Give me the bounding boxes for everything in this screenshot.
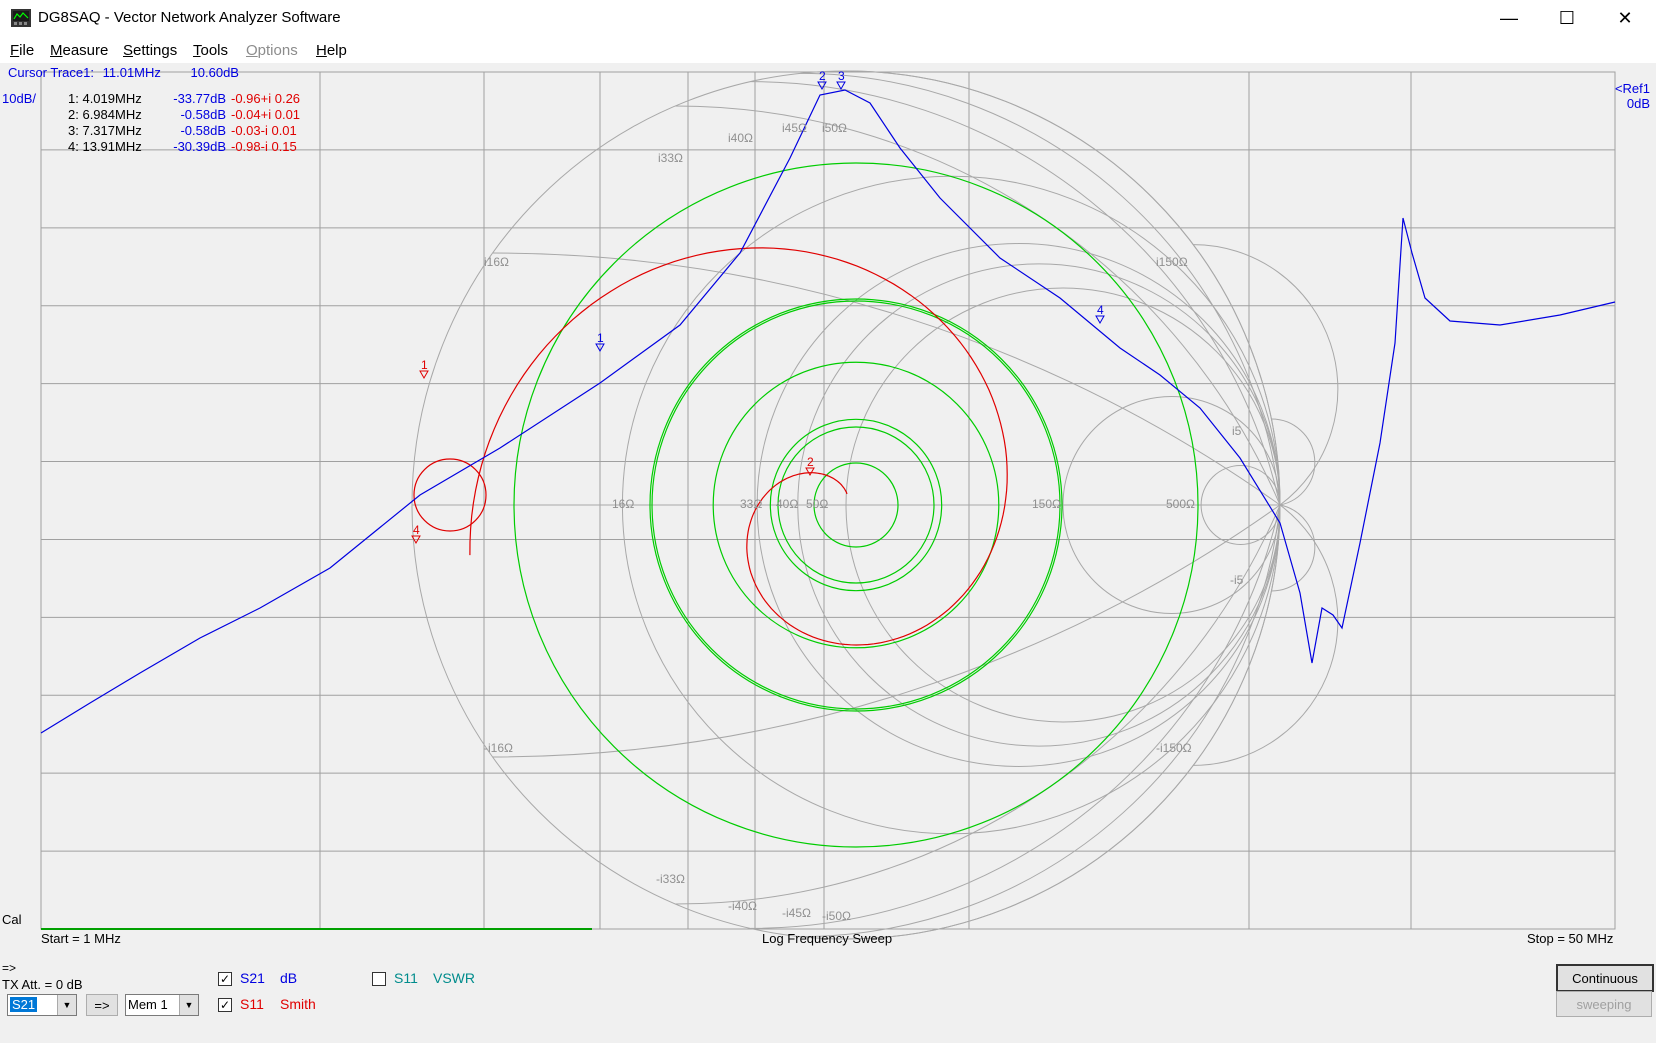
ref-value: 0dB xyxy=(1626,96,1650,111)
trace2-checkbox[interactable]: ✓ xyxy=(218,998,232,1012)
smith-label-x33n: -i33Ω xyxy=(656,872,685,886)
reactance-arc xyxy=(1193,244,1339,506)
maximize-icon: ☐ xyxy=(1558,8,1576,28)
chevron-down-icon[interactable]: ▼ xyxy=(179,995,198,1015)
smith-label-r150: 150Ω xyxy=(1032,497,1061,511)
smith-label-x40p: i40Ω xyxy=(728,131,753,145)
s21-marker-3-label: 3 xyxy=(838,69,845,83)
sweeping-button[interactable]: sweeping xyxy=(1556,991,1652,1017)
start-frequency: Start = 1 MHz xyxy=(41,931,121,946)
smith-label-r500: 500Ω xyxy=(1166,497,1195,511)
minimize-icon: — xyxy=(1500,8,1518,28)
title-bar: DG8SAQ - Vector Network Analyzer Softwar… xyxy=(0,0,1656,37)
s21-marker-3-icon xyxy=(836,81,846,91)
cursor-frequency: 11.01MHz xyxy=(102,65,161,80)
chevron-down-icon[interactable]: ▼ xyxy=(57,995,76,1015)
s11-marker-4-label: 4 xyxy=(413,523,420,537)
smith-label-x45p: i45Ω xyxy=(782,121,807,135)
smith-label-x150p: i150Ω xyxy=(1156,255,1188,269)
arrow-label: => xyxy=(2,961,17,975)
menu-settings[interactable]: Settings xyxy=(123,42,177,59)
marker-row: 2: 6.984MHz -0.58dB -0.04+i 0.01 xyxy=(68,107,301,122)
s21-marker-2-label: 2 xyxy=(819,69,826,83)
ref1-label: <Ref1 xyxy=(1614,81,1650,96)
smith-label-x40n: -i40Ω xyxy=(728,899,757,913)
trace1-param[interactable]: S21 xyxy=(240,970,265,986)
smith-label-r50: 50Ω xyxy=(806,497,828,511)
plot-area[interactable]: 16Ω 33Ω 40Ω 50Ω 150Ω 500Ω i16Ω -i16Ω i33… xyxy=(0,63,1656,958)
marker-row: 1: 4.019MHz -33.77dB -0.96+i 0.26 xyxy=(68,91,301,106)
smith-label-x150n: -i150Ω xyxy=(1156,741,1192,755)
s11-marker-1-icon xyxy=(419,370,429,380)
menu-options[interactable]: Options xyxy=(246,42,298,59)
smith-label-x5p: i5 xyxy=(1232,424,1242,438)
memory-select[interactable]: Mem 1 ▼ xyxy=(125,994,199,1016)
s21-marker-1-label: 1 xyxy=(597,331,604,345)
s21-marker-4-label: 4 xyxy=(1097,303,1104,317)
s11-marker-2-label: 2 xyxy=(807,455,814,469)
s21-marker-4-icon xyxy=(1095,315,1105,325)
copy-to-memory-button[interactable]: => xyxy=(86,994,118,1016)
smith-label-x50n: -i50Ω xyxy=(822,909,851,923)
stop-frequency: Stop = 50 MHz xyxy=(1527,931,1614,946)
sweep-type: Log Frequency Sweep xyxy=(762,931,893,946)
trace3-checkbox[interactable] xyxy=(372,972,386,986)
s11-marker-1-label: 1 xyxy=(421,358,428,372)
trace3-param[interactable]: S11 xyxy=(394,970,418,986)
close-button[interactable]: ✕ xyxy=(1596,0,1654,37)
s11-marker-2-icon xyxy=(805,467,815,477)
marker-row: 3: 7.317MHz -0.58dB -0.03-i 0.01 xyxy=(68,123,297,138)
window-title: DG8SAQ - Vector Network Analyzer Softwar… xyxy=(38,9,341,26)
s21-db-trace xyxy=(40,89,1616,734)
plot-canvas[interactable]: 16Ω 33Ω 40Ω 50Ω 150Ω 500Ω i16Ω -i16Ω i33… xyxy=(0,63,1656,958)
menu-file[interactable]: File xyxy=(10,42,34,59)
trace1-checkbox[interactable]: ✓ xyxy=(218,972,232,986)
parameter-select[interactable]: S21 ▼ xyxy=(7,994,77,1016)
reactance-arc xyxy=(1193,504,1339,766)
cursor-readout: Cursor Trace1: 11.01MHz 10.60dB xyxy=(8,65,239,80)
trace3-format[interactable]: VSWR xyxy=(433,970,475,986)
smith-label-x45n: -i45Ω xyxy=(782,906,811,920)
smith-label-x50p: i50Ω xyxy=(822,121,847,135)
menu-bar: File Measure Settings Tools Options Help xyxy=(0,37,1656,63)
smith-label-x16n: -i16Ω xyxy=(484,741,513,755)
marker-row: 4: 13.91MHz -30.39dB -0.98-i 0.15 xyxy=(68,139,297,154)
vna-app-icon xyxy=(11,9,31,27)
close-icon: ✕ xyxy=(1617,8,1633,28)
menu-tools[interactable]: Tools xyxy=(193,42,228,59)
trace2-param[interactable]: S11 xyxy=(240,996,264,1012)
smith-label-x16p: i16Ω xyxy=(484,255,509,269)
reference-label: <Ref1 0dB xyxy=(1615,81,1650,111)
menu-help[interactable]: Help xyxy=(316,42,347,59)
smith-label-r16: 16Ω xyxy=(612,497,634,511)
smith-label-x33p: i33Ω xyxy=(658,151,683,165)
smith-label-r33: 33Ω xyxy=(740,497,762,511)
scale-per-division: 10dB/ xyxy=(2,91,36,106)
smith-label-r40: 40Ω xyxy=(776,497,798,511)
trace1-format[interactable]: dB xyxy=(280,970,297,986)
cal-label: Cal xyxy=(2,912,22,927)
maximize-button[interactable]: ☐ xyxy=(1538,0,1596,37)
continuous-button[interactable]: Continuous xyxy=(1556,964,1654,992)
minimize-button[interactable]: — xyxy=(1480,0,1538,37)
marker-table: 1: 4.019MHz -33.77dB -0.96+i 0.26 2: 6.98… xyxy=(68,91,338,155)
cursor-label: Cursor Trace1: xyxy=(8,65,94,80)
control-panel: => TX Att. = 0 dB S21 ▼ => Mem 1 ▼ ✓ S21… xyxy=(0,958,1656,1043)
smith-chart xyxy=(411,70,1339,940)
menu-measure[interactable]: Measure xyxy=(50,42,108,59)
cursor-value: 10.60dB xyxy=(190,65,239,80)
smith-label-x5n: -i5 xyxy=(1230,573,1244,587)
tx-attenuation: TX Att. = 0 dB xyxy=(2,977,83,992)
trace2-format[interactable]: Smith xyxy=(280,996,316,1012)
